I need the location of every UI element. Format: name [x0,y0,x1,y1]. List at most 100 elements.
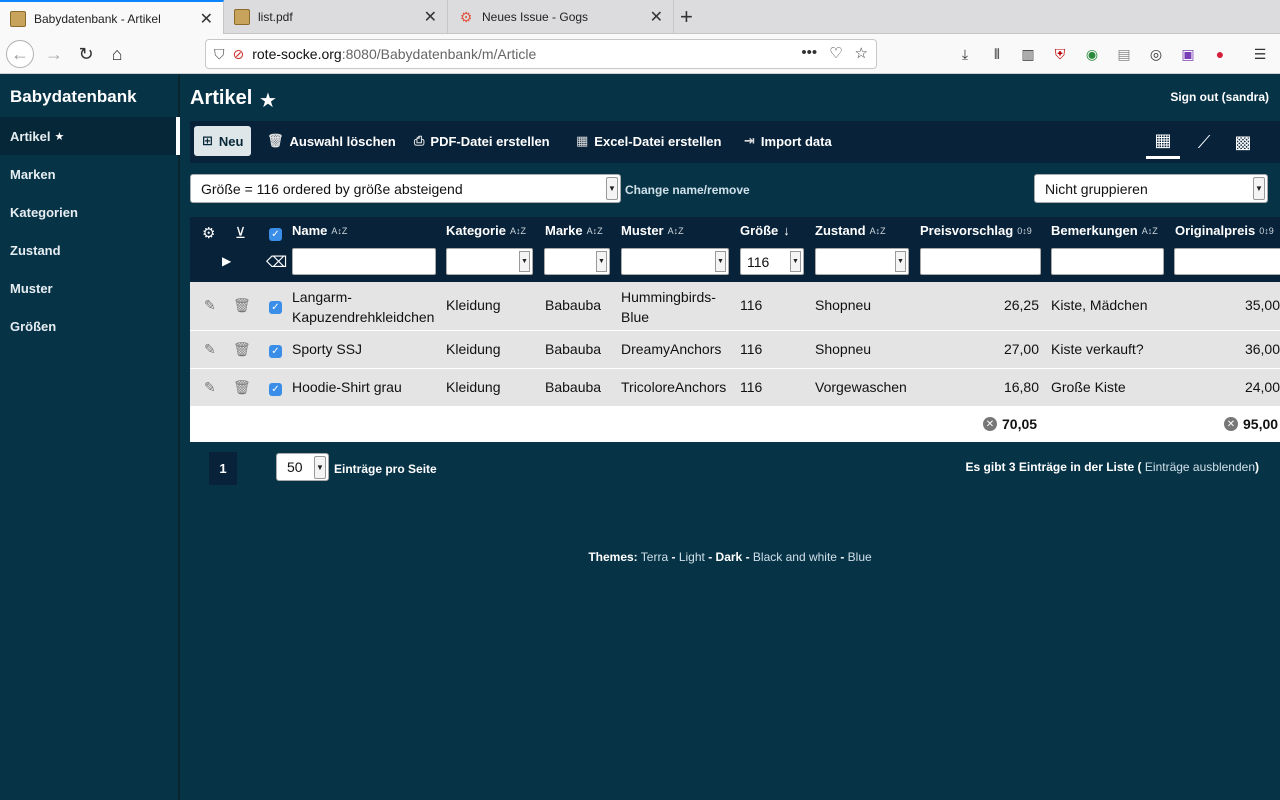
chevron-down-icon: ▼ [1253,177,1265,200]
filter-muster-select[interactable]: ▼ [621,248,729,275]
column-header-name[interactable]: Name A↕Z [292,223,347,238]
table-row[interactable]: ✎ 🗑 ✓ Langarm- Kapuzendrehkleidchen Klei… [190,282,1280,331]
hide-entries-link[interactable]: Einträge ausblenden [1145,460,1255,474]
sidebar-toggle-icon[interactable]: ▥ [1018,44,1038,64]
eraser-icon[interactable]: ⌫ [266,253,287,271]
browser-tab-list-pdf[interactable]: list.pdf ✕ [224,0,448,34]
column-header-marke[interactable]: Marke A↕Z [545,223,603,238]
delete-selection-button[interactable]: 🗑 Auswahl löschen [267,126,396,156]
select-all-checkbox[interactable]: ✓ [269,228,282,241]
reload-icon[interactable]: ↻ [72,40,100,68]
pocket-icon[interactable]: ♡ [829,44,842,62]
theme-blue-link[interactable]: Blue [848,550,872,564]
download-icon[interactable]: ⤓ [955,44,975,64]
expand-play-icon[interactable]: ▶ [222,254,231,268]
filter-kategorie-select[interactable]: ▼ [446,248,533,275]
filter-bemerkungen-input[interactable] [1051,248,1164,275]
filter-name-input[interactable] [292,248,436,275]
remove-total-icon[interactable]: ✕ [1224,417,1238,431]
table-row[interactable]: ✎ 🗑 ✓ Hoodie-Shirt grau Kleidung Babauba… [190,369,1280,407]
excel-button[interactable]: ▦ Excel-Datei erstellen [576,126,721,156]
back-arrow-icon[interactable]: ← [6,40,34,68]
filter-zustand-select[interactable]: ▼ [815,248,909,275]
browser-tab-gogs[interactable]: ⚙ Neues Issue - Gogs ✕ [448,0,674,34]
close-tab-icon[interactable]: ✕ [200,9,213,29]
remove-total-icon[interactable]: ✕ [983,417,997,431]
edit-pencil-icon[interactable]: ✎ [204,341,216,358]
sidebar-item-groessen[interactable]: Größen [0,307,180,345]
theme-terra-link[interactable]: Terra [641,550,668,564]
saved-filter-select[interactable]: Größe = 116 ordered by größe absteigend … [190,174,621,203]
bookmark-star-icon[interactable]: ☆ [855,44,868,62]
delete-trash-icon[interactable]: 🗑 [233,341,251,358]
new-tab-icon[interactable]: + [680,4,693,30]
extension-green-icon[interactable]: ◉ [1082,44,1102,64]
row-checkbox[interactable]: ✓ [269,301,282,314]
browser-tab-bar: Babydatenbank - Artikel ✕ list.pdf ✕ ⚙ N… [0,0,1280,35]
column-header-bemerkungen[interactable]: Bemerkungen A↕Z [1051,223,1158,238]
filter-originalpreis-input[interactable] [1174,248,1280,275]
delete-trash-icon[interactable]: 🗑 [233,379,251,396]
column-header-muster[interactable]: Muster A↕Z [621,223,684,238]
reader-icon[interactable]: ▤ [1114,44,1134,64]
library-icon[interactable]: ⫴ [987,44,1007,64]
clear-filter-icon[interactable]: ⊻ [235,224,246,242]
page-button-1[interactable]: 1 [209,452,237,485]
filter-groesse-select[interactable]: 116 ▼ [740,248,804,275]
home-icon[interactable]: ⌂ [103,40,131,68]
delete-trash-icon[interactable]: 🗑 [233,297,251,314]
theme-light-link[interactable]: Light [679,550,705,564]
address-bar[interactable]: ⛉ ⊘ rote-socke.org:8080/Babydatenbank/m/… [205,39,877,69]
column-label: Originalpreis [1175,223,1256,238]
menu-icon[interactable]: ☰ [1250,44,1270,64]
settings-gear-icon[interactable]: ⚙ [202,224,215,242]
column-header-zustand[interactable]: Zustand A↕Z [815,223,886,238]
sort-az-icon: A↕Z [1141,225,1158,236]
column-header-preisvorschlag[interactable]: Preisvorschlag 0↕9 [920,223,1032,238]
column-header-originalpreis[interactable]: Originalpreis 0↕9 [1175,223,1274,238]
sidebar-item-muster[interactable]: Muster [0,269,180,307]
grouping-select[interactable]: Nicht gruppieren ▼ [1034,174,1268,203]
account-icon[interactable]: ◎ [1146,44,1166,64]
new-button[interactable]: ⊞ Neu [194,126,252,156]
browser-tab-babydatenbank[interactable]: Babydatenbank - Artikel ✕ [0,0,224,35]
page-actions-icon[interactable]: ••• [801,44,817,62]
filter-preisvorschlag-input[interactable] [920,248,1041,275]
change-name-link[interactable]: Change name/remove [625,183,750,197]
row-checkbox[interactable]: ✓ [269,345,282,358]
import-button[interactable]: ⇥ Import data [744,126,832,156]
forward-arrow-icon[interactable]: → [40,40,68,68]
chart-view-icon[interactable]: ⟋ [1187,125,1221,159]
pdf-button[interactable]: ⎙ PDF-Datei erstellen [414,126,550,156]
onenote-icon[interactable]: ▣ [1178,44,1198,64]
sidebar-item-artikel[interactable]: Artikel ★ [0,117,180,155]
table-row[interactable]: ✎ 🗑 ✓ Sporty SSJ Kleidung Babauba Dreamy… [190,331,1280,369]
entry-count-text: Es gibt 3 Einträge in der Liste ( [965,460,1142,474]
close-tab-icon[interactable]: ✕ [650,7,663,27]
chevron-down-icon: ▼ [715,251,726,272]
edit-pencil-icon[interactable]: ✎ [204,297,216,314]
favorite-star-icon[interactable]: ★ [259,88,277,113]
column-header-kategorie[interactable]: Kategorie A↕Z [446,223,526,238]
app-brand[interactable]: Babydatenbank [10,87,137,107]
per-page-select[interactable]: 50 ▼ [276,453,329,481]
filter-marke-select[interactable]: ▼ [544,248,610,275]
signout-link[interactable]: Sign out (sandra) [1170,90,1269,104]
cell-preisvorschlag: 26,25 [1003,297,1039,313]
column-label: Preisvorschlag [920,223,1014,238]
column-header-groesse[interactable]: Größe ↓ [740,223,790,238]
theme-black-white-link[interactable]: Black and white [753,550,837,564]
close-tab-icon[interactable]: ✕ [424,7,437,27]
row-checkbox[interactable]: ✓ [269,383,282,396]
mcafee-icon[interactable]: ● [1210,44,1230,64]
table-view-icon[interactable]: ▦ [1146,125,1180,159]
sidebar-item-marken[interactable]: Marken [0,155,180,193]
sidebar-item-kategorien[interactable]: Kategorien [0,193,180,231]
tiles-view-icon[interactable]: ▩ [1226,125,1260,159]
theme-dark-link[interactable]: Dark [716,550,743,564]
insecure-lock-icon[interactable]: ⊘ [233,46,245,63]
cell-zustand: Shopneu [815,341,872,357]
edit-pencil-icon[interactable]: ✎ [204,379,216,396]
sidebar-item-zustand[interactable]: Zustand [0,231,180,269]
ublock-icon[interactable]: ⛨ [1050,44,1070,64]
